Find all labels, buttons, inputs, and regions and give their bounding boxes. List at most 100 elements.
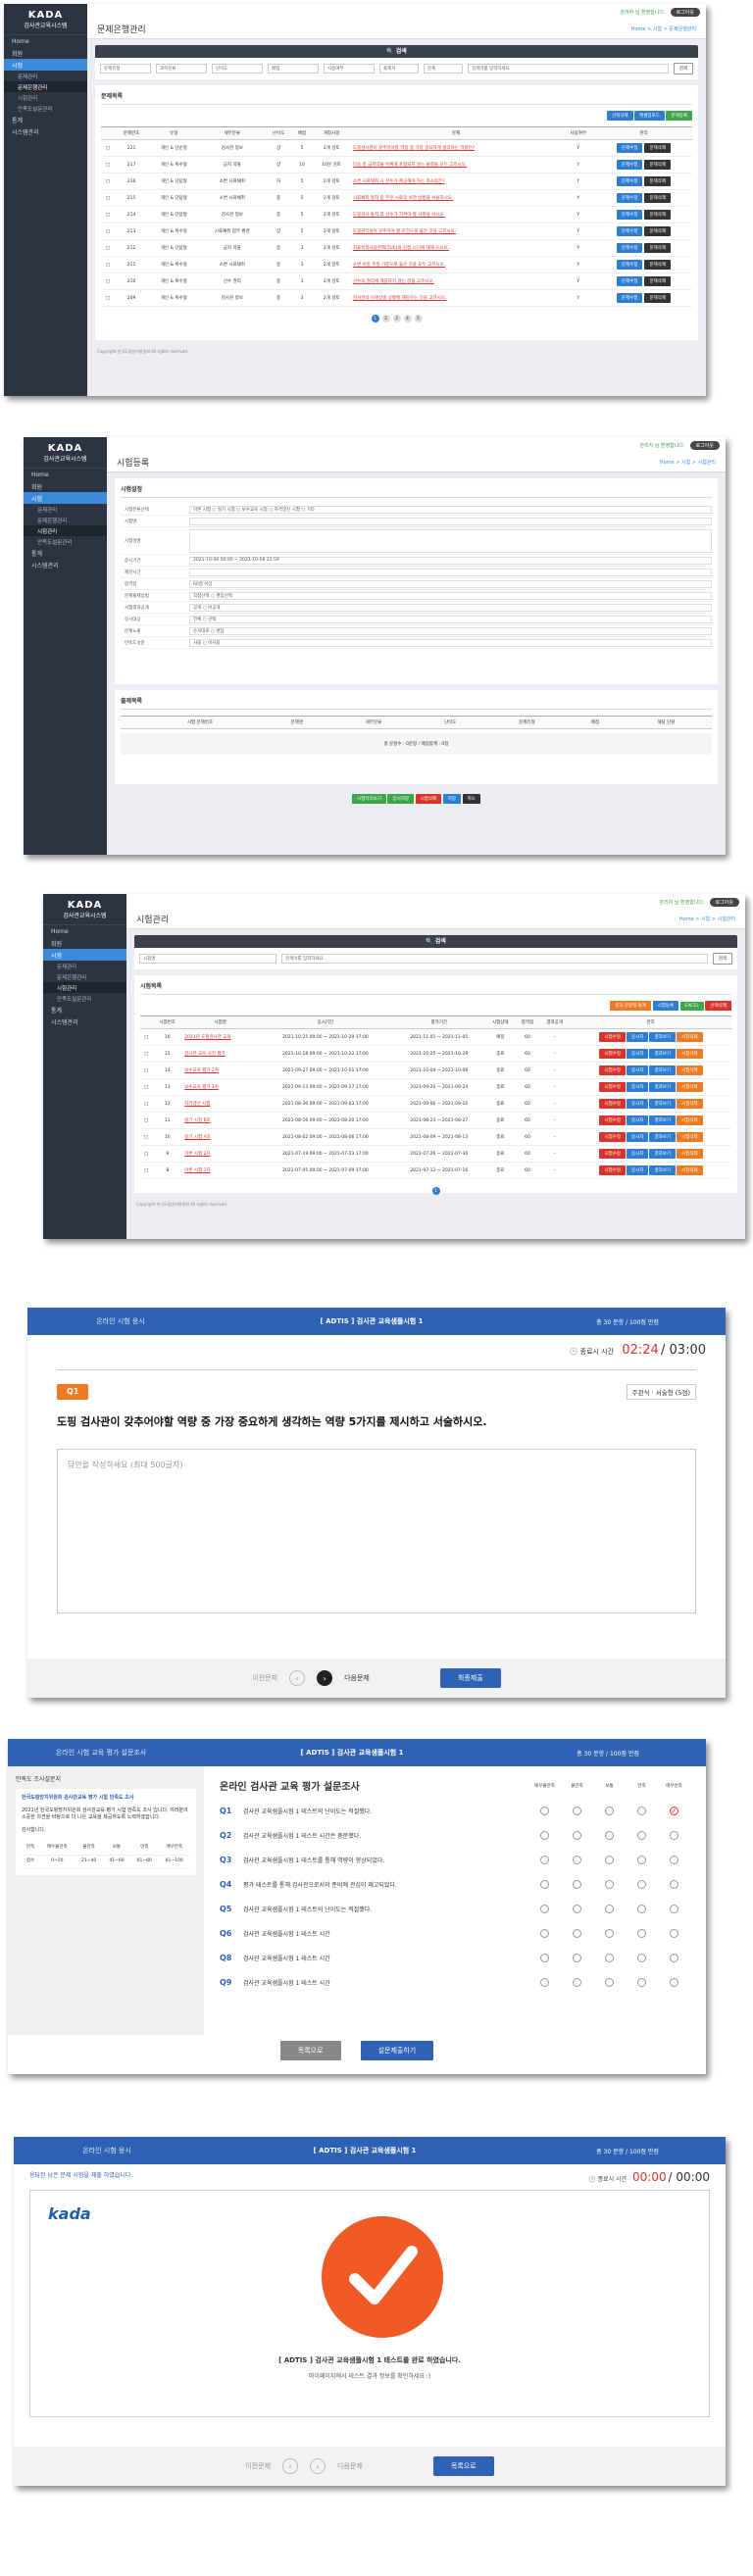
cell-name[interactable]: 실기 시험 B조: [182, 1112, 259, 1129]
field-value[interactable]: 2021-10-08 00:00 ~ 2021-10-08 23:59: [189, 556, 712, 565]
cell-name[interactable]: 자격갱신 시험: [182, 1095, 259, 1113]
delete-question-button[interactable]: 문제삭제: [644, 143, 672, 153]
rating-radio[interactable]: [637, 1807, 646, 1815]
delete-question-button[interactable]: 문제삭제: [644, 210, 672, 220]
participants-button[interactable]: 응시자: [627, 1099, 649, 1109]
cell-name[interactable]: 이론 시험 2차: [182, 1145, 259, 1163]
rating-radio[interactable]: [573, 1929, 581, 1938]
results-button[interactable]: 결과보기: [649, 1165, 677, 1175]
sidebar-item-stats[interactable]: 통계: [4, 114, 87, 125]
edit-question-button[interactable]: 문제수정: [616, 243, 643, 253]
edit-exam-button[interactable]: 시험수정: [599, 1165, 627, 1175]
submit-button[interactable]: 최종제출: [439, 1668, 501, 1688]
rating-radio[interactable]: ✓: [670, 1807, 678, 1815]
rating-radio[interactable]: [670, 1880, 678, 1889]
sidebar-item-home[interactable]: Home: [4, 35, 87, 47]
cell-name[interactable]: 검사관 교육 사전 평가: [182, 1045, 259, 1063]
filter-exam-name[interactable]: 시험명: [139, 954, 276, 964]
sidebar-item-home[interactable]: Home: [24, 469, 107, 480]
row-checkbox[interactable]: □: [101, 189, 115, 207]
cell-question[interactable]: 도핑관리실이 갖추어야 할 조건으로 옳은 것을 고르시오.: [350, 223, 562, 240]
delete-exam-button[interactable]: 시험삭제: [677, 1065, 703, 1075]
filter-level[interactable]: 난이도: [212, 64, 263, 74]
edit-exam-button[interactable]: 시험수정: [599, 1132, 627, 1142]
search-button[interactable]: 검색: [712, 953, 732, 965]
row-checkbox[interactable]: □: [101, 239, 115, 257]
results-button[interactable]: 결과보기: [649, 1065, 677, 1075]
field-value[interactable]: 공개 ○ 비공개: [189, 603, 712, 612]
rating-radio[interactable]: [540, 1880, 549, 1889]
rating-radio[interactable]: [540, 1954, 549, 1962]
page-button[interactable]: 1: [431, 1187, 440, 1195]
row-checkbox[interactable]: □: [101, 206, 115, 223]
field-value[interactable]: 60점 이상: [189, 579, 712, 588]
rating-radio[interactable]: [637, 1954, 646, 1962]
rating-radio[interactable]: [670, 1929, 678, 1938]
logout-button[interactable]: 로그아웃: [689, 440, 720, 450]
rating-radio[interactable]: [637, 1856, 646, 1864]
rating-radio[interactable]: [573, 1807, 581, 1815]
row-checkbox[interactable]: □: [101, 156, 115, 173]
edit-exam-button[interactable]: 시험수정: [599, 1115, 627, 1125]
sidebar-sub-bank[interactable]: 문제은행관리: [24, 515, 107, 525]
cell-name[interactable]: 보수교육 평가 1차: [182, 1078, 259, 1096]
rating-radio[interactable]: [573, 1905, 581, 1913]
sidebar-item-exam[interactable]: 시험: [4, 59, 87, 71]
sidebar-item-system[interactable]: 시스템관리: [24, 559, 107, 570]
sidebar-item-home[interactable]: Home: [43, 925, 126, 937]
participants-button[interactable]: 응시자: [627, 1149, 649, 1159]
field-value[interactable]: [189, 517, 712, 525]
rating-radio[interactable]: [540, 1807, 549, 1815]
cell-question[interactable]: 선수의 권리에 해당하지 않는 것을 고르시오.: [350, 272, 562, 290]
delete-exam-button[interactable]: 시험삭제: [677, 1082, 703, 1092]
edit-question-button[interactable]: 문제수정: [616, 226, 643, 236]
logout-button[interactable]: 로그아웃: [670, 7, 700, 17]
sidebar-sub-exam[interactable]: 시험관리: [4, 92, 87, 103]
rating-radio[interactable]: [573, 1978, 581, 1987]
edit-question-button[interactable]: 문제수정: [616, 193, 643, 203]
delete-question-button[interactable]: 문제삭제: [644, 260, 672, 270]
next-button[interactable]: ›: [317, 1670, 333, 1686]
participants-button[interactable]: 응시자: [627, 1115, 649, 1125]
delete-exam-button[interactable]: 시험삭제: [677, 1115, 703, 1125]
row-checkbox[interactable]: □: [101, 289, 115, 307]
rating-radio[interactable]: [540, 1856, 549, 1864]
sidebar-item-stats[interactable]: 통계: [24, 547, 107, 559]
back-to-list-button[interactable]: 목록으로: [432, 2456, 494, 2476]
sidebar-item-member[interactable]: 회원: [24, 480, 107, 492]
edit-question-button[interactable]: 문제수정: [616, 210, 643, 220]
delete-question-button[interactable]: 문제삭제: [644, 293, 672, 303]
rating-radio[interactable]: [605, 1978, 614, 1987]
cell-name[interactable]: 보수교육 평가 2차: [182, 1062, 259, 1079]
edit-exam-button[interactable]: 시험수정: [599, 1082, 627, 1092]
delete-question-button[interactable]: 문제삭제: [644, 193, 672, 203]
excel-button[interactable]: EXCEL: [679, 1002, 704, 1011]
cell-question[interactable]: 도핑검사관이 갖추어야할 역량 중 가장 중요하게 생각하는 역량은?: [350, 139, 562, 157]
edit-exam-button[interactable]: 시험수정: [599, 1032, 627, 1042]
rating-radio[interactable]: [605, 1807, 614, 1815]
edit-question-button[interactable]: 문제수정: [616, 176, 643, 186]
sidebar-sub-bank[interactable]: 문제은행관리: [4, 81, 87, 92]
results-button[interactable]: 결과보기: [649, 1082, 677, 1092]
row-checkbox[interactable]: □: [140, 1112, 153, 1129]
rating-radio[interactable]: [540, 1978, 549, 1987]
edit-question-button[interactable]: 문제수정: [616, 260, 643, 270]
cell-name[interactable]: 2021년 도핑검사관 교육: [182, 1028, 259, 1046]
results-button[interactable]: 결과보기: [649, 1049, 677, 1059]
select-delete-button[interactable]: 선택삭제: [606, 111, 633, 121]
next-button[interactable]: ›: [310, 2458, 326, 2474]
register-button[interactable]: 문제등록: [666, 111, 692, 121]
delete-exam-button[interactable]: 시험삭제: [677, 1032, 703, 1042]
edit-exam-button[interactable]: 시험수정: [599, 1099, 627, 1109]
rating-radio[interactable]: [573, 1880, 581, 1889]
participants-button[interactable]: 응시자: [627, 1032, 649, 1042]
preview-button[interactable]: 시험미리보기: [352, 794, 386, 804]
rating-radio[interactable]: [670, 1856, 678, 1864]
cell-question[interactable]: 소변 비중 측정 기준으로 옳은 것을 모두 고르시오.: [350, 256, 562, 273]
sidebar-item-member[interactable]: 회원: [4, 47, 87, 59]
edit-exam-button[interactable]: 시험수정: [599, 1049, 627, 1059]
rating-radio[interactable]: [573, 1954, 581, 1962]
row-checkbox[interactable]: □: [140, 1028, 153, 1046]
cell-name[interactable]: 이론 시험 1차: [182, 1162, 259, 1179]
row-checkbox[interactable]: □: [101, 256, 115, 273]
